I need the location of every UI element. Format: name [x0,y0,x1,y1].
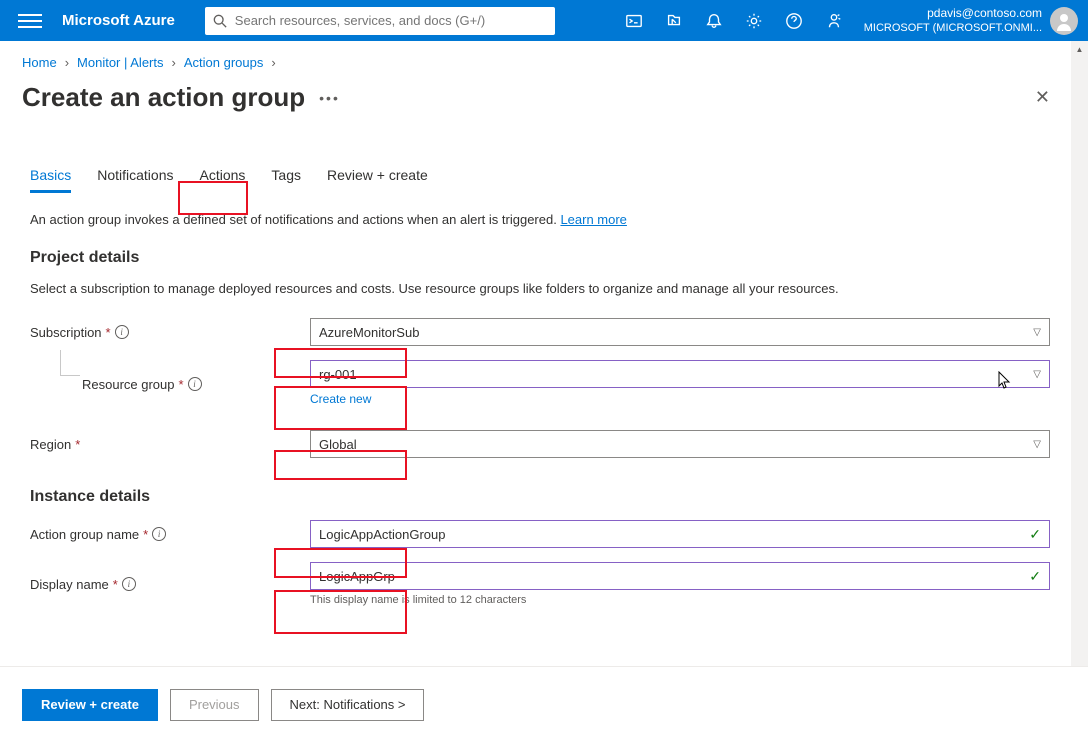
chevron-right-icon: › [271,55,275,70]
info-icon[interactable]: i [122,577,136,591]
previous-button: Previous [170,689,259,721]
notifications-icon[interactable] [694,1,734,41]
scroll-up-icon[interactable]: ▲ [1071,41,1088,58]
resource-group-select[interactable]: rg-001 ▽ [310,360,1050,388]
more-icon[interactable]: ••• [319,90,340,106]
instance-details-heading: Instance details [30,488,1066,506]
region-select[interactable]: Global ▽ [310,430,1050,458]
close-icon[interactable]: ✕ [1031,83,1054,112]
display-name-label: Display name * i [30,577,310,592]
chevron-down-icon: ▽ [1033,439,1041,450]
subscription-label: Subscription * i [30,325,310,340]
display-name-hint: This display name is limited to 12 chara… [310,594,1050,606]
required-asterisk: * [113,577,118,592]
chevron-down-icon: ▽ [1033,369,1041,380]
header-icon-bar [614,1,854,41]
breadcrumb-home[interactable]: Home [22,55,57,70]
action-group-name-label: Action group name * i [30,527,310,542]
breadcrumb: Home › Monitor | Alerts › Action groups … [0,41,1088,78]
tab-basics[interactable]: Basics [30,161,71,193]
info-icon[interactable]: i [188,377,202,391]
footer-bar: Review + create Previous Next: Notificat… [0,666,1088,742]
intro-text: An action group invokes a defined set of… [30,212,1066,227]
main-content: Basics Notifications Actions Tags Review… [0,161,1088,686]
required-asterisk: * [143,527,148,542]
region-label: Region * [30,437,310,452]
review-create-button[interactable]: Review + create [22,689,158,721]
resource-group-row: Resource group * i rg-001 ▽ Create new [30,360,1066,408]
feedback-icon[interactable] [814,1,854,41]
check-icon: ✓ [1029,568,1041,585]
chevron-down-icon: ▽ [1033,327,1041,338]
settings-icon[interactable] [734,1,774,41]
learn-more-link[interactable]: Learn more [560,212,626,227]
search-input[interactable] [235,13,547,28]
region-row: Region * Global ▽ [30,430,1066,458]
tab-review[interactable]: Review + create [327,161,428,193]
resource-group-label: Resource group * i [30,377,310,392]
check-icon: ✓ [1029,526,1041,543]
cloud-shell-icon[interactable] [614,1,654,41]
tree-connector [60,350,80,376]
user-org: MICROSOFT (MICROSOFT.ONMI... [864,21,1042,35]
display-name-input[interactable]: LogicAppGrp ✓ [310,562,1050,590]
brand-label: Microsoft Azure [62,12,175,29]
global-search[interactable] [205,7,555,35]
directories-icon[interactable] [654,1,694,41]
breadcrumb-action-groups[interactable]: Action groups [184,55,264,70]
action-group-name-row: Action group name * i LogicAppActionGrou… [30,520,1066,548]
project-details-heading: Project details [30,249,1066,267]
breadcrumb-monitor[interactable]: Monitor | Alerts [77,55,163,70]
tab-actions[interactable]: Actions [200,161,246,193]
subscription-row: Subscription * i AzureMonitorSub ▽ [30,318,1066,346]
tab-tags[interactable]: Tags [271,161,301,193]
required-asterisk: * [106,325,111,340]
display-name-row: Display name * i LogicAppGrp ✓ This disp… [30,562,1066,606]
project-details-desc: Select a subscription to manage deployed… [30,281,1066,296]
top-header: Microsoft Azure pdavis@contoso.com MICRO… [0,0,1088,41]
create-new-link[interactable]: Create new [310,392,371,406]
chevron-right-icon: › [172,55,176,70]
user-info[interactable]: pdavis@contoso.com MICROSOFT (MICROSOFT.… [864,6,1042,36]
page-title: Create an action group [22,82,305,113]
user-email: pdavis@contoso.com [864,6,1042,22]
search-icon [213,14,227,28]
tab-bar: Basics Notifications Actions Tags Review… [30,161,1066,194]
subscription-select[interactable]: AzureMonitorSub ▽ [310,318,1050,346]
hamburger-menu-icon[interactable] [18,9,42,33]
next-button[interactable]: Next: Notifications > [271,689,425,721]
required-asterisk: * [75,437,80,452]
action-group-name-input[interactable]: LogicAppActionGroup ✓ [310,520,1050,548]
help-icon[interactable] [774,1,814,41]
chevron-right-icon: › [65,55,69,70]
info-icon[interactable]: i [115,325,129,339]
info-icon[interactable]: i [152,527,166,541]
tab-notifications[interactable]: Notifications [97,161,173,193]
user-avatar[interactable] [1050,7,1078,35]
title-row: Create an action group ••• ✕ [0,78,1088,137]
required-asterisk: * [179,377,184,392]
